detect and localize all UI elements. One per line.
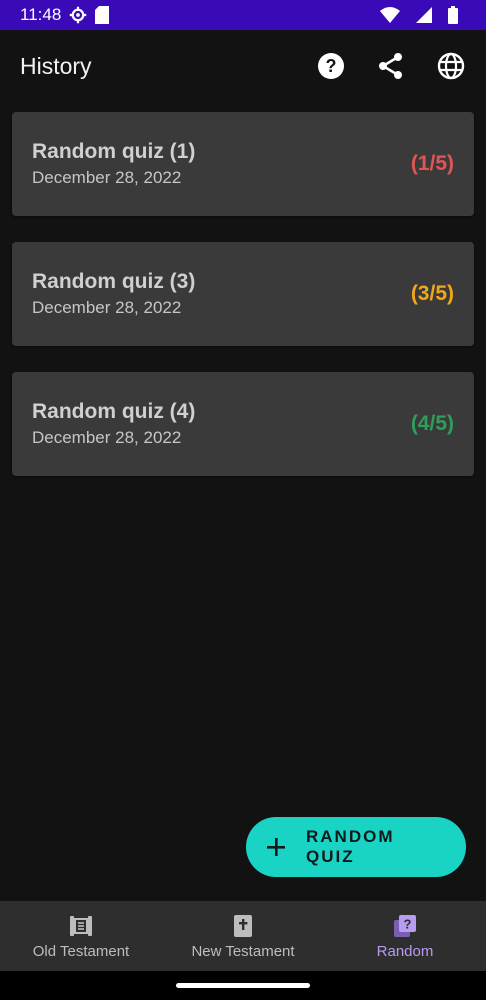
quiz-date: December 28, 2022 xyxy=(32,298,182,317)
nav-label-new-testament: New Testament xyxy=(191,942,295,960)
plus-icon xyxy=(266,837,286,857)
settings-icon xyxy=(69,6,87,24)
question-card-icon: ? xyxy=(392,913,418,939)
bottom-navigation: Old Testament New Testament ? Random xyxy=(0,901,486,971)
nav-item-random[interactable]: ? Random xyxy=(324,901,486,971)
page-title: History xyxy=(20,52,92,79)
quiz-card[interactable]: Random quiz (3) December 28, 2022 (3/5) xyxy=(12,242,474,346)
quiz-score: (1/5) xyxy=(410,152,454,175)
scroll-icon xyxy=(68,913,94,939)
quiz-title: Random quiz (4) xyxy=(32,400,196,423)
share-icon[interactable] xyxy=(376,51,406,81)
signal-icon xyxy=(416,7,432,23)
nav-item-new-testament[interactable]: New Testament xyxy=(162,901,324,971)
svg-text:?: ? xyxy=(404,916,412,931)
quiz-score: (3/5) xyxy=(410,282,454,305)
quiz-date: December 28, 2022 xyxy=(32,428,182,447)
random-quiz-button[interactable]: RANDOM QUIZ xyxy=(246,817,466,877)
status-bar: 11:48 xyxy=(0,0,486,30)
quiz-card-text: Random quiz (1) December 28, 2022 xyxy=(32,140,195,188)
quiz-title: Random quiz (1) xyxy=(32,140,196,163)
quiz-score: (4/5) xyxy=(410,412,454,435)
quiz-card-text: Random quiz (3) December 28, 2022 xyxy=(32,270,195,318)
app-actions: ? xyxy=(316,51,466,81)
svg-text:?: ? xyxy=(326,56,337,76)
battery-icon xyxy=(448,6,458,24)
sd-card-icon xyxy=(95,6,110,24)
language-icon[interactable] xyxy=(436,51,466,81)
nav-label-random: Random xyxy=(376,942,434,960)
nav-item-old-testament[interactable]: Old Testament xyxy=(0,901,162,971)
wifi-icon xyxy=(380,7,400,23)
nav-label-old-testament: Old Testament xyxy=(32,942,130,960)
quiz-card-text: Random quiz (4) December 28, 2022 xyxy=(32,400,195,448)
quiz-card[interactable]: Random quiz (1) December 28, 2022 (1/5) xyxy=(12,112,474,216)
quiz-history-list: Random quiz (1) December 28, 2022 (1/5) … xyxy=(12,112,474,502)
gesture-handle[interactable] xyxy=(176,983,310,988)
status-time: 11:48 xyxy=(20,5,62,24)
quiz-date: December 28, 2022 xyxy=(32,168,182,187)
bible-icon xyxy=(230,913,256,939)
quiz-title: Random quiz (3) xyxy=(32,270,196,293)
quiz-card[interactable]: Random quiz (4) December 28, 2022 (4/5) xyxy=(12,372,474,476)
app-bar: History ? xyxy=(0,30,486,102)
random-quiz-label: RANDOM QUIZ xyxy=(306,827,395,866)
help-icon[interactable]: ? xyxy=(316,51,346,81)
